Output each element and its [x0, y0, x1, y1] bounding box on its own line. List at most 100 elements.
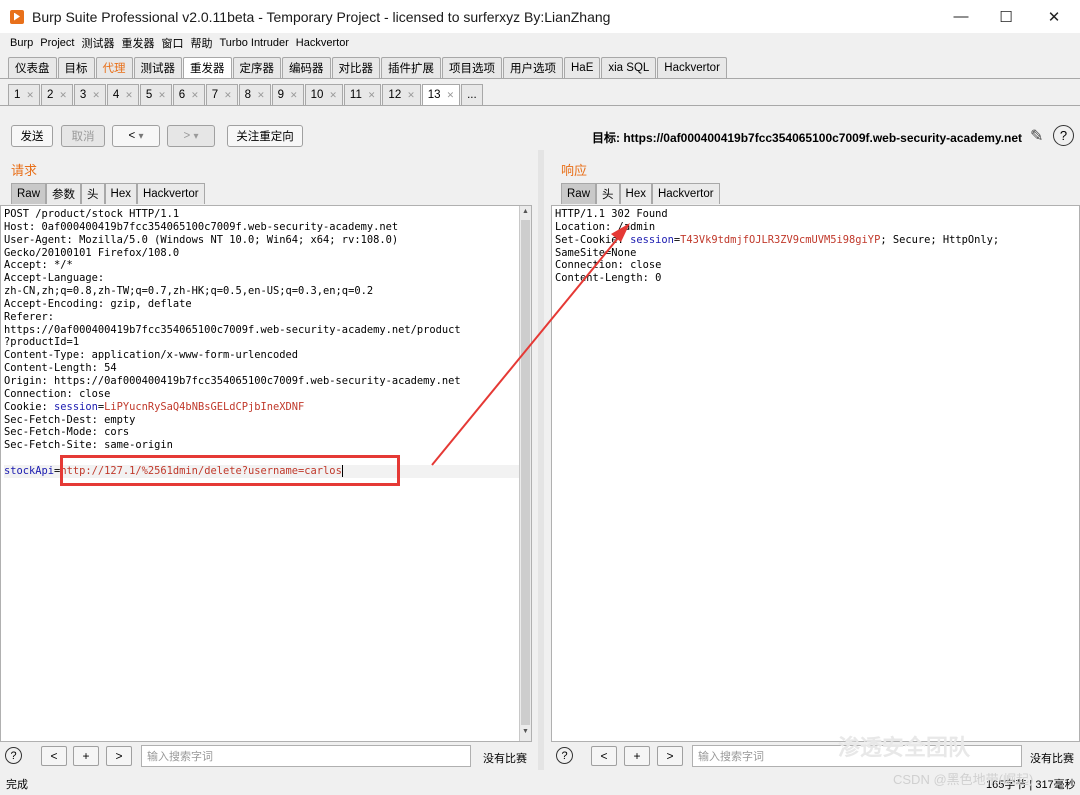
repeater-tab[interactable]: 5 ✕	[139, 84, 172, 105]
menu-hackvertor[interactable]: Hackvertor	[296, 37, 349, 49]
tab-xia-sql[interactable]: xia SQL	[601, 57, 657, 78]
edit-pencil-icon[interactable]: ✎	[1030, 126, 1043, 146]
repeater-tab[interactable]: 2 ✕	[40, 84, 73, 105]
repeater-tab[interactable]: 7 ✕	[205, 84, 238, 105]
minimize-button[interactable]: —	[937, 0, 985, 33]
menu-project[interactable]: Project	[40, 37, 74, 49]
response-line: Content-Length: 0	[555, 272, 662, 285]
tab-hae[interactable]: HaE	[564, 57, 601, 78]
request-tab-raw[interactable]: Raw	[11, 183, 47, 204]
close-icon[interactable]: ✕	[329, 90, 337, 101]
search-add-button[interactable]: +	[624, 746, 650, 766]
tab-user-options[interactable]: 用户选项	[503, 57, 563, 78]
search-prev-button[interactable]: <	[591, 746, 617, 766]
request-line: Gecko/20100101 Firefox/108.0	[4, 246, 180, 259]
repeater-tab[interactable]: 12 ✕	[382, 84, 421, 105]
close-icon[interactable]: ✕	[92, 90, 100, 101]
send-button[interactable]: 发送	[11, 125, 53, 147]
search-prev-button[interactable]: <	[41, 746, 67, 766]
burp-logo-icon	[10, 9, 24, 24]
search-next-button[interactable]: >	[657, 746, 683, 766]
repeater-tab[interactable]: 6 ✕	[172, 84, 205, 105]
request-tab-headers[interactable]: 头	[81, 183, 105, 204]
repeater-tab[interactable]: 9 ✕	[271, 84, 304, 105]
response-subtabs: Raw 头 Hex Hackvertor	[561, 183, 720, 204]
menu-burp[interactable]: Burp	[10, 37, 33, 49]
tab-comparer[interactable]: 对比器	[331, 57, 380, 78]
close-icon[interactable]: ✕	[407, 90, 415, 101]
request-line: Sec-Fetch-Site: same-origin	[4, 439, 173, 452]
tab-extender[interactable]: 插件扩展	[381, 57, 441, 78]
forward-button[interactable]: > ▾	[167, 125, 215, 147]
menu-intruder[interactable]: 测试器	[82, 35, 115, 51]
response-tab-headers[interactable]: 头	[596, 183, 620, 204]
request-line: Content-Type: application/x-www-form-url…	[4, 349, 299, 362]
tab-divider	[0, 78, 1080, 79]
search-next-button[interactable]: >	[106, 746, 132, 766]
close-icon[interactable]: ✕	[191, 90, 199, 101]
menu-turbo-intruder[interactable]: Turbo Intruder	[220, 37, 289, 49]
close-icon[interactable]: ✕	[257, 90, 265, 101]
help-icon[interactable]: ?	[1053, 125, 1074, 146]
close-button[interactable]: ✕	[1030, 0, 1078, 33]
repeater-tab[interactable]: 8 ✕	[238, 84, 271, 105]
repeater-tab-active[interactable]: 13 ✕	[421, 84, 461, 105]
request-search-input[interactable]: 输入搜索字词	[141, 745, 471, 767]
request-line: Accept: */*	[4, 259, 73, 272]
request-line: Connection: close	[4, 387, 111, 400]
target-label: 目标: https://0af000400419b7fcc354065100c7…	[591, 131, 1022, 145]
tab-project-options[interactable]: 项目选项	[442, 57, 502, 78]
back-button[interactable]: < ▾	[112, 125, 160, 147]
repeater-tab-new[interactable]: ...	[461, 84, 483, 105]
scroll-down-icon[interactable]: ▼	[520, 728, 531, 739]
tab-target[interactable]: 目标	[57, 57, 95, 78]
tab-intruder[interactable]: 测试器	[133, 57, 182, 78]
menu-window[interactable]: 窗口	[162, 35, 184, 51]
close-icon[interactable]: ✕	[290, 90, 298, 101]
response-editor[interactable]: HTTP/1.1 302 Found Location: /admin Set-Co…	[551, 205, 1080, 742]
response-line: Location: /admin	[555, 220, 656, 233]
pane-splitter[interactable]	[538, 150, 544, 770]
repeater-tab[interactable]: 11 ✕	[343, 84, 382, 105]
window-title: Burp Suite Professional v2.0.11beta - Te…	[32, 8, 611, 25]
close-icon[interactable]: ✕	[224, 90, 232, 101]
tab-proxy[interactable]: 代理	[95, 57, 133, 78]
close-icon[interactable]: ✕	[59, 90, 67, 101]
close-icon[interactable]: ✕	[447, 90, 455, 101]
response-tab-hex[interactable]: Hex	[619, 183, 652, 204]
tab-decoder[interactable]: 编码器	[282, 57, 331, 78]
close-icon[interactable]: ✕	[368, 90, 376, 101]
request-tab-hackvertor[interactable]: Hackvertor	[136, 183, 205, 204]
tab-dashboard[interactable]: 仪表盘	[8, 57, 57, 78]
search-add-button[interactable]: +	[73, 746, 99, 766]
help-icon[interactable]: ?	[5, 747, 22, 764]
menu-help[interactable]: 帮助	[191, 35, 213, 51]
follow-redirect-button[interactable]: 关注重定向	[227, 125, 303, 147]
cancel-button[interactable]: 取消	[61, 125, 105, 147]
response-tab-hackvertor[interactable]: Hackvertor	[651, 183, 720, 204]
request-tab-hex[interactable]: Hex	[104, 183, 137, 204]
request-title: 请求	[11, 163, 38, 178]
repeater-tab[interactable]: 3 ✕	[73, 84, 106, 105]
help-icon[interactable]: ?	[556, 747, 573, 764]
repeater-tab[interactable]: 10 ✕	[304, 84, 343, 105]
close-icon[interactable]: ✕	[158, 90, 166, 101]
tab-sequencer[interactable]: 定序器	[232, 57, 281, 78]
repeater-tab-bar: 1 ✕ 2 ✕ 3 ✕ 4 ✕ 5 ✕ 6 ✕ 7 ✕ 8 ✕ 9 ✕ 10 ✕ 11 ✕ 12 ✕ 1…	[8, 84, 484, 106]
repeater-tab[interactable]: 4 ✕	[106, 84, 139, 105]
request-tab-params[interactable]: 参数	[46, 183, 82, 204]
response-match-count: 没有比赛	[1030, 753, 1074, 765]
scroll-up-icon[interactable]: ▲	[520, 208, 531, 219]
request-line: Sec-Fetch-Dest: empty	[4, 413, 136, 426]
close-icon[interactable]: ✕	[26, 90, 34, 101]
response-tab-raw[interactable]: Raw	[561, 183, 597, 204]
scroll-thumb[interactable]	[521, 220, 530, 725]
tab-hackvertor[interactable]: Hackvertor	[657, 57, 727, 78]
request-scrollbar[interactable]: ▲ ▼	[519, 206, 531, 741]
repeater-tab[interactable]: 1 ✕	[8, 84, 40, 105]
menu-repeater[interactable]: 重发器	[122, 35, 155, 51]
maximize-button[interactable]: ☐	[982, 0, 1030, 33]
csdn-watermark: CSDN @黑色地带(崛起)	[893, 772, 1034, 787]
tab-repeater[interactable]: 重发器	[183, 57, 232, 78]
close-icon[interactable]: ✕	[125, 90, 133, 101]
